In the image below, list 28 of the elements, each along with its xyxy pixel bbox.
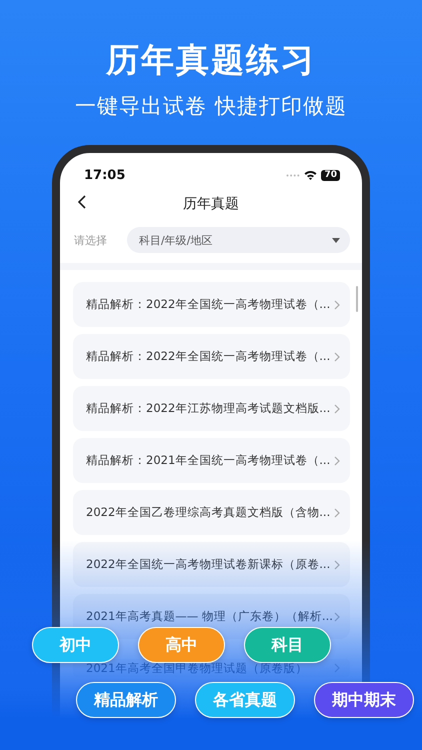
chevron-right-icon xyxy=(334,663,340,673)
page-title: 历年真题 xyxy=(183,195,239,213)
filter-select[interactable]: 科目/年级/地区 xyxy=(127,227,350,253)
filter-label: 请选择 xyxy=(74,232,107,248)
headline: 历年真题练习 xyxy=(106,40,316,80)
chevron-right-icon xyxy=(334,404,340,414)
category-tag[interactable]: 精品解析 xyxy=(76,682,176,718)
wifi-icon xyxy=(304,170,318,180)
chevron-right-icon xyxy=(334,612,340,622)
status-time: 17:05 xyxy=(84,168,126,182)
scroll-bar xyxy=(356,286,358,312)
chevron-right-icon xyxy=(334,560,340,570)
chevron-right-icon xyxy=(334,352,340,362)
paper-item[interactable]: 2022年全国统一高考物理试卷新课标（原卷... xyxy=(73,542,350,587)
paper-item[interactable]: 精品解析：2022年江苏物理高考试题文档版... xyxy=(73,386,350,431)
paper-item[interactable]: 精品解析：2022年全国统一高考物理试卷（... xyxy=(73,334,350,379)
paper-item[interactable]: 2022年全国乙卷理综高考真题文档版（含物... xyxy=(73,490,350,535)
paper-item[interactable]: 精品解析：2021年全国统一高考物理试卷（... xyxy=(73,438,350,483)
back-button[interactable] xyxy=(78,195,86,209)
dropdown-caret-icon xyxy=(332,238,340,242)
chevron-right-icon xyxy=(334,456,340,466)
category-tag[interactable]: 期中期末 xyxy=(314,682,414,718)
chevron-right-icon xyxy=(334,300,340,310)
signal-dots-icon xyxy=(286,174,300,176)
chevron-right-icon xyxy=(334,508,340,518)
subtitle: 一键导出试卷 快捷打印做题 xyxy=(75,93,347,119)
battery-level: 70 xyxy=(321,170,340,180)
paper-item[interactable]: 精品解析：2022年全国统一高考物理试卷（... xyxy=(73,282,350,327)
